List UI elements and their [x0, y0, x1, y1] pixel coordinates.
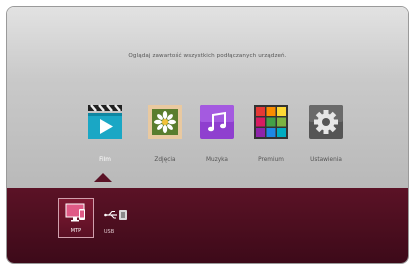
film-icon: [87, 104, 123, 140]
menu-item-settings[interactable]: Ustawienia: [306, 104, 346, 166]
device-usb-label: USB: [103, 229, 115, 235]
music-icon: [199, 104, 235, 140]
home-message: Oglądaj zawartość wszystkich podłączanyc…: [128, 53, 287, 59]
selection-pointer: [94, 173, 112, 182]
menu-item-premium[interactable]: Premium: [251, 104, 291, 166]
menu-item-music-label: Muzyka: [206, 157, 228, 163]
premium-icon: [253, 104, 289, 140]
device-usb[interactable]: USB: [100, 198, 136, 238]
usb-icon: [104, 206, 128, 225]
menu-item-film[interactable]: Film: [85, 104, 125, 166]
device-mtp-label: MTP: [70, 228, 82, 234]
photo-icon: [147, 104, 183, 140]
device-mtp[interactable]: MTP: [58, 198, 94, 238]
menu-item-photos[interactable]: Zdjęcia: [145, 104, 185, 166]
main-menu-area: Oglądaj zawartość wszystkich podłączanyc…: [7, 7, 408, 188]
settings-icon: [308, 104, 344, 140]
menu-item-photos-label: Zdjęcia: [154, 157, 176, 163]
menu-item-music[interactable]: Muzyka: [197, 104, 237, 166]
menu-item-film-label: Film: [99, 157, 111, 163]
mtp-device-icon: [65, 202, 87, 226]
menu-item-premium-label: Premium: [258, 157, 284, 163]
menu-item-settings-label: Ustawienia: [310, 157, 342, 163]
